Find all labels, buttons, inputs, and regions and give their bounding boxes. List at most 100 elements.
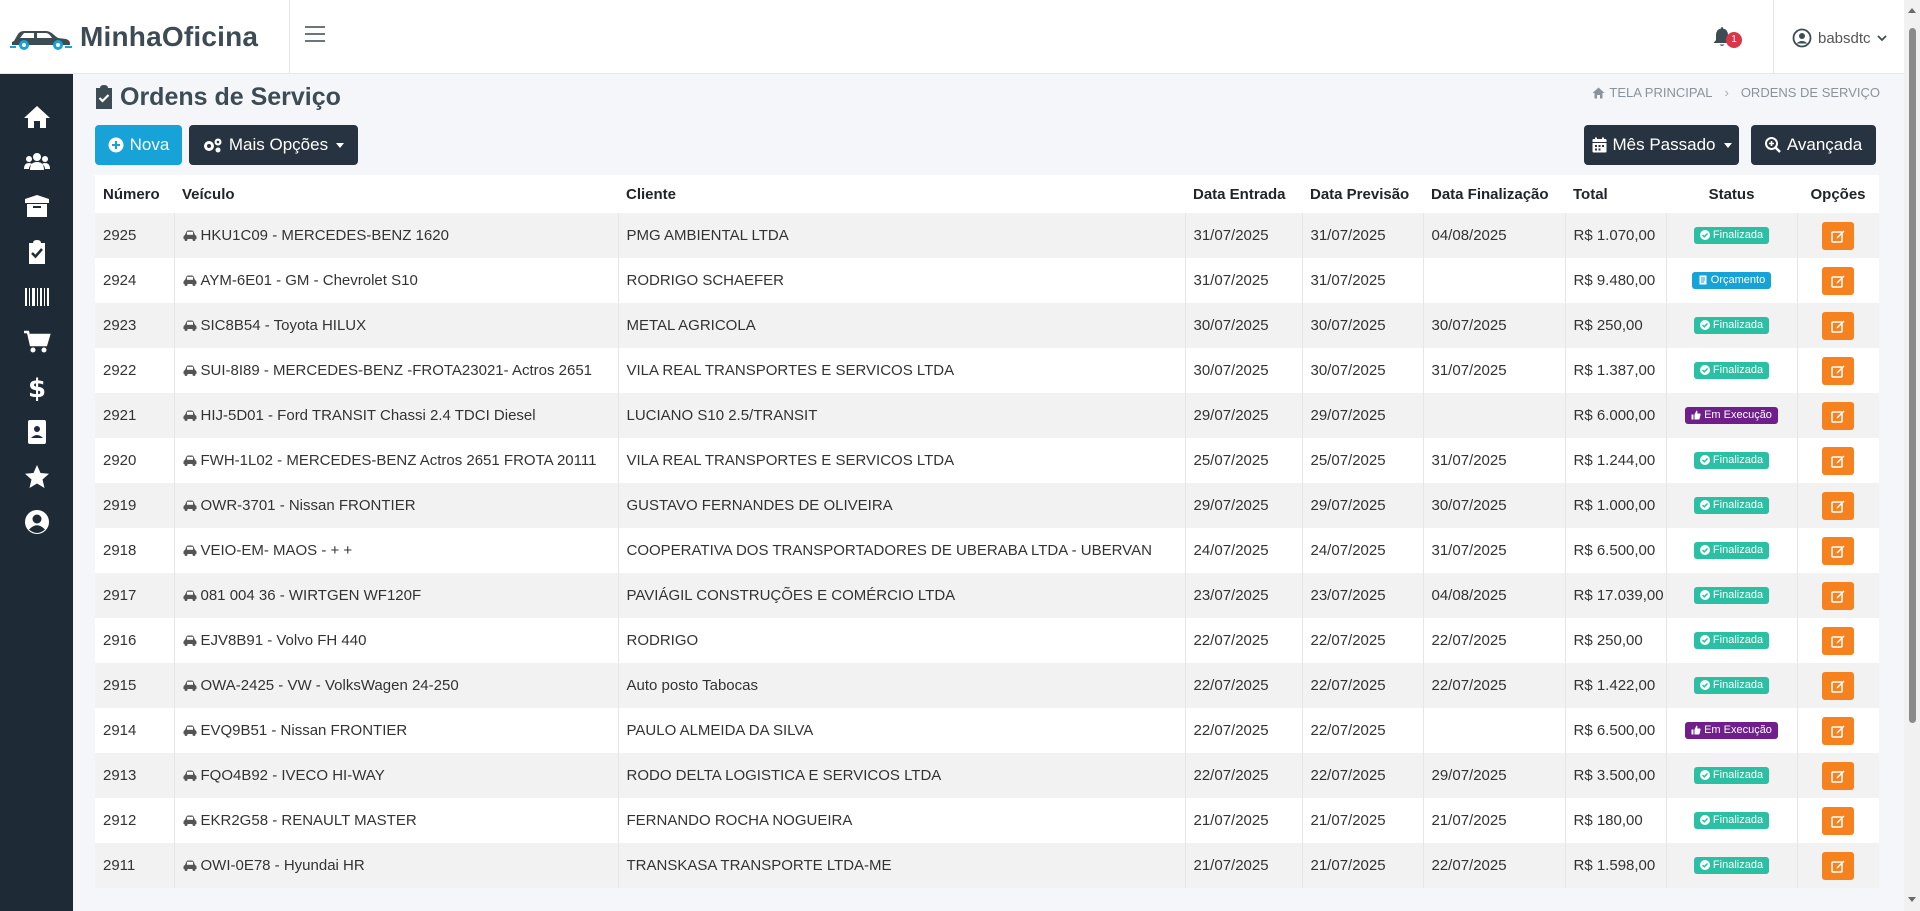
table-row[interactable]: 2922 SUI-8I89 - MERCEDES-BENZ -FROTA23021…	[95, 348, 1879, 393]
sidebar-item-home[interactable]	[0, 94, 73, 139]
table-row[interactable]: 2919 OWR-3701 - Nissan FRONTIER GUSTAVO FE…	[95, 483, 1879, 528]
edit-order-button[interactable]	[1822, 671, 1855, 700]
car-icon	[183, 365, 196, 376]
edit-order-button[interactable]	[1822, 266, 1855, 295]
cell-finish-date: 30/07/2025	[1422, 483, 1565, 528]
new-order-button[interactable]: Nova	[95, 125, 182, 165]
edit-order-button[interactable]	[1822, 221, 1855, 250]
column-header-client[interactable]: Cliente	[618, 175, 1185, 213]
cell-client: PAVIÁGIL CONSTRUÇÕES E COMÉRCIO LTDA	[617, 573, 1185, 618]
column-header-status[interactable]: Status	[1666, 175, 1797, 213]
cell-total: R$ 6.000,00	[1564, 393, 1666, 438]
breadcrumb-home[interactable]: TELA PRINCIPAL	[1592, 85, 1712, 100]
table-row[interactable]: 2918 VEIO-EM- MAOS - + + COOPERATIVA DOS T…	[95, 528, 1879, 573]
check-circle-icon	[1699, 500, 1710, 511]
table-row[interactable]: 2916 EJV8B91 - Volvo FH 440 RODRIGO 22/07/2…	[95, 618, 1879, 663]
sidebar-item-service-orders[interactable]	[0, 229, 73, 274]
brand[interactable]: MinhaOficina	[0, 0, 290, 74]
cell-vehicle: EJV8B91 - Volvo FH 440	[173, 618, 618, 663]
sidebar-item-profile[interactable]	[0, 499, 73, 544]
status-badge: Finalizada	[1693, 451, 1770, 469]
cell-vehicle: FQO4B92 - IVECO HI-WAY	[173, 753, 618, 798]
period-filter-button[interactable]: Mês Passado	[1584, 125, 1739, 165]
edit-order-button[interactable]	[1822, 311, 1855, 340]
svg-text:$: $	[27, 374, 45, 401]
column-header-number[interactable]: Número	[95, 175, 174, 213]
scroll-down-icon[interactable]	[1908, 897, 1916, 902]
cell-status: Finalizada	[1665, 663, 1797, 708]
table-row[interactable]: 2911 OWI-0E78 - Hyundai HR TRANSKASA TRANS…	[95, 843, 1879, 888]
sidebar-item-barcode[interactable]	[0, 274, 73, 319]
edit-order-button[interactable]	[1822, 446, 1855, 475]
status-badge: Finalizada	[1693, 541, 1770, 559]
notifications-button[interactable]: 1	[1712, 26, 1742, 50]
edit-order-button[interactable]	[1822, 536, 1855, 565]
column-header-entry-date[interactable]: Data Entrada	[1185, 175, 1302, 213]
column-header-total[interactable]: Total	[1565, 175, 1666, 213]
user-avatar-icon	[1792, 28, 1812, 48]
check-circle-icon	[1699, 860, 1710, 871]
user-menu[interactable]: babsdtc	[1792, 27, 1887, 49]
table-row[interactable]: 2923 SIC8B54 - Toyota HILUX METAL AGRICOLA…	[95, 303, 1879, 348]
edit-order-button[interactable]	[1822, 401, 1855, 430]
edit-icon	[1831, 725, 1845, 738]
cell-client: GUSTAVO FERNANDES DE OLIVEIRA	[617, 483, 1185, 528]
table-row[interactable]: 2920 FWH-1L02 - MERCEDES-BENZ Actros 2651…	[95, 438, 1879, 483]
cell-total: R$ 3.500,00	[1564, 753, 1666, 798]
more-options-button[interactable]: Mais Opções	[189, 125, 358, 165]
table-row[interactable]: 2925 HKU1C09 - MERCEDES-BENZ 1620 PMG AMBI…	[95, 213, 1879, 258]
cell-entry-date: 31/07/2025	[1184, 258, 1302, 303]
username: babsdtc	[1818, 29, 1871, 47]
cell-finish-date: 04/08/2025	[1422, 573, 1565, 618]
page-title-text: Ordens de Serviço	[120, 82, 341, 111]
scroll-thumb[interactable]	[1909, 28, 1916, 723]
sidebar-item-favorites[interactable]	[0, 454, 73, 499]
cell-number: 2924	[95, 258, 174, 303]
status-badge: Finalizada	[1693, 856, 1770, 874]
scroll-up-icon[interactable]	[1908, 8, 1916, 13]
thumbs-up-icon	[1691, 410, 1701, 420]
table-row[interactable]: 2917 081 004 36 - WIRTGEN WF120F PAVIÁGIL …	[95, 573, 1879, 618]
table-row[interactable]: 2913 FQO4B92 - IVECO HI-WAY RODO DELTA LOG…	[95, 753, 1879, 798]
edit-order-button[interactable]	[1822, 851, 1855, 880]
edit-order-button[interactable]	[1822, 806, 1855, 835]
table-row[interactable]: 2912 EKR2G58 - RENAULT MASTER FERNANDO ROC…	[95, 798, 1879, 843]
column-header-vehicle[interactable]: Veículo	[174, 175, 618, 213]
page-scrollbar[interactable]	[1904, 0, 1920, 911]
advanced-search-button[interactable]: Avançada	[1751, 125, 1876, 165]
cell-vehicle: OWA-2425 - VW - VolksWagen 24-250	[173, 663, 618, 708]
cell-client: RODRIGO SCHAEFER	[617, 258, 1185, 303]
cell-vehicle: EVQ9B51 - Nissan FRONTIER	[173, 708, 618, 753]
cell-options	[1796, 348, 1879, 393]
table-row[interactable]: 2915 OWA-2425 - VW - VolksWagen 24-250 Aut…	[95, 663, 1879, 708]
chevron-down-icon	[1876, 35, 1887, 42]
sidebar-item-sales[interactable]	[0, 319, 73, 364]
cell-number: 2917	[95, 573, 174, 618]
cell-status: Finalizada	[1665, 843, 1797, 888]
edit-order-button[interactable]	[1822, 581, 1855, 610]
cell-entry-date: 29/07/2025	[1184, 483, 1302, 528]
table-row[interactable]: 2924 AYM-6E01 - GM - Chevrolet S10 RODRIGO…	[95, 258, 1879, 303]
column-header-finish-date[interactable]: Data Finalização	[1423, 175, 1565, 213]
edit-order-button[interactable]	[1822, 761, 1855, 790]
edit-order-button[interactable]	[1822, 491, 1855, 520]
edit-icon	[1831, 275, 1845, 288]
sidebar-item-clients[interactable]	[0, 139, 73, 184]
cell-options	[1796, 843, 1879, 888]
sidebar-item-products[interactable]	[0, 184, 73, 229]
cell-vehicle: FWH-1L02 - MERCEDES-BENZ Actros 2651 FRO…	[173, 438, 618, 483]
cogs-icon	[203, 138, 222, 153]
edit-order-button[interactable]	[1822, 716, 1855, 745]
edit-order-button[interactable]	[1822, 356, 1855, 385]
cell-options	[1796, 528, 1879, 573]
sidebar-item-finance[interactable]: $	[0, 364, 73, 409]
table-header-row: Número Veículo Cliente Data Entrada Data…	[95, 175, 1879, 213]
menu-toggle-icon[interactable]	[305, 26, 325, 44]
cell-client: VILA REAL TRANSPORTES E SERVICOS LTDA	[617, 348, 1185, 393]
table-row[interactable]: 2921 HIJ-5D01 - Ford TRANSIT Chassi 2.4 T…	[95, 393, 1879, 438]
table-row[interactable]: 2914 EVQ9B51 - Nissan FRONTIER PAULO ALMEI…	[95, 708, 1879, 753]
calendar-icon	[1592, 137, 1606, 153]
edit-order-button[interactable]	[1822, 626, 1855, 655]
column-header-forecast-date[interactable]: Data Previsão	[1302, 175, 1423, 213]
sidebar-item-contacts[interactable]	[0, 409, 73, 454]
